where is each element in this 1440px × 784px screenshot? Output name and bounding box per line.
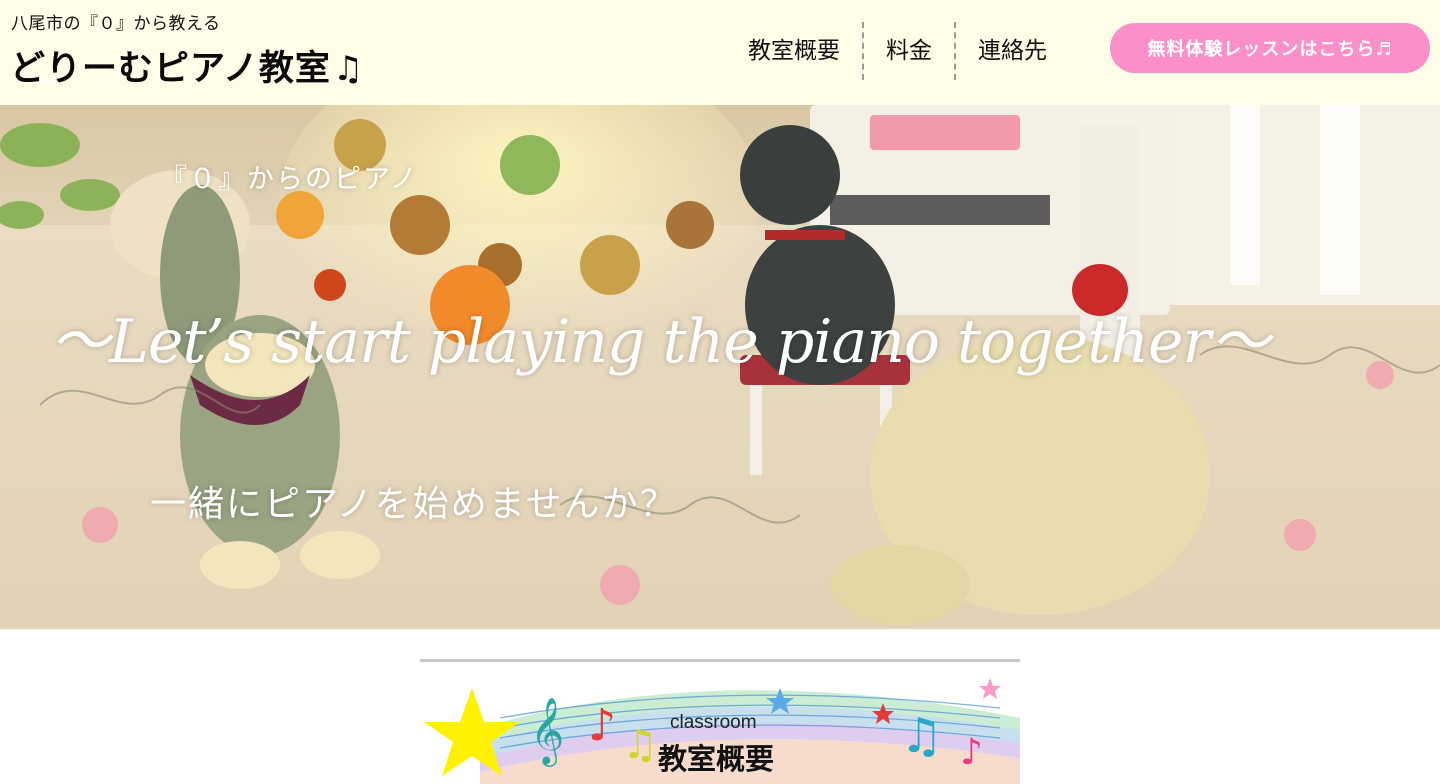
svg-text:♫: ♫ (900, 708, 943, 764)
nav-item-contact[interactable]: 連絡先 (956, 22, 1069, 80)
main-nav: 教室概要 料金 連絡先 (726, 22, 1069, 80)
music-note-icon: ♫ (332, 49, 365, 89)
hero-image: 『０』からのピアノ 〜Let’s start playing the piano… (0, 105, 1440, 629)
svg-text:♪: ♪ (960, 732, 983, 773)
svg-text:♫: ♫ (622, 722, 658, 768)
section-banner: 𝄞 ♪ ♫ ♫ ♪ classroom 教室概要 (420, 668, 1020, 784)
free-trial-button[interactable]: 無料体験レッスンはこちら♬ (1110, 23, 1430, 73)
nav-item-fees[interactable]: 料金 (864, 22, 954, 80)
svg-text:𝄞: 𝄞 (530, 696, 564, 767)
site-title[interactable]: どりーむピアノ教室♫ (10, 40, 364, 91)
site-header: 八尾市の『０』から教える どりーむピアノ教室♫ 教室概要 料金 連絡先 無料体験… (0, 0, 1440, 105)
section-title: 教室概要 (658, 742, 775, 776)
svg-text:♪: ♪ (588, 700, 616, 751)
hero-english-tagline: 〜Let’s start playing the piano together〜 (50, 307, 1270, 377)
site-title-text: どりーむピアノ教室 (10, 49, 331, 89)
banner-english-label: classroom (670, 712, 757, 733)
section-divider (420, 659, 1020, 662)
hero-subtitle: 『０』からのピアノ (160, 164, 419, 195)
hero-japanese-tagline: 一緒にピアノを始めませんか？ (150, 484, 678, 525)
nav-item-about[interactable]: 教室概要 (726, 22, 862, 80)
site-tagline: 八尾市の『０』から教える (11, 14, 221, 34)
